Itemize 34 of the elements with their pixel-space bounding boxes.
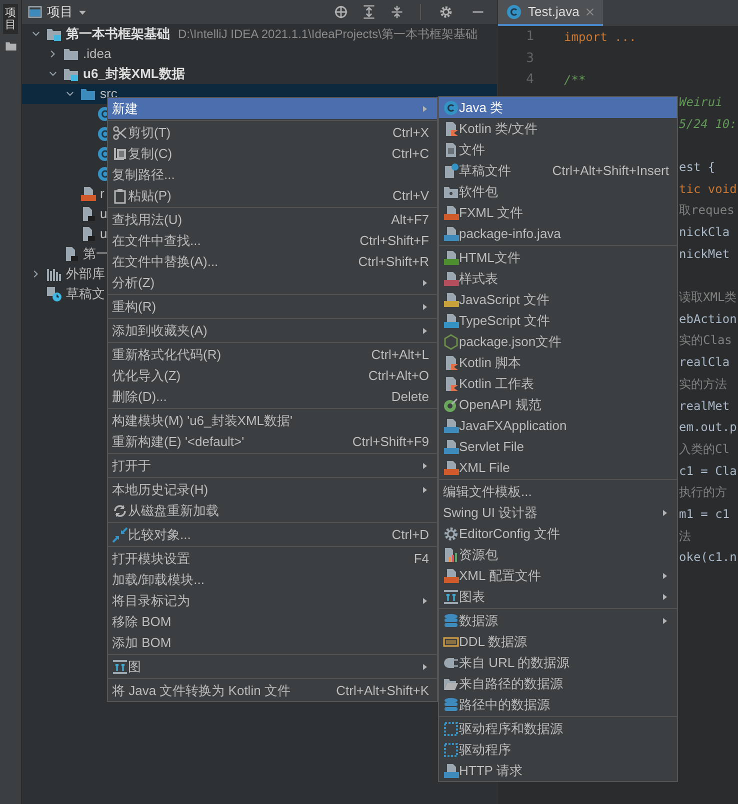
code-line: 读取XML类 bbox=[679, 289, 737, 306]
code-line: Weirui bbox=[679, 94, 722, 111]
tree-item-label: r bbox=[100, 185, 104, 204]
code-line: 5/24 10: bbox=[679, 116, 737, 133]
line-number: 1 bbox=[525, 28, 534, 46]
code-line: oke(c1.n bbox=[679, 549, 737, 566]
tree-item-label: u6_封装XML数据 bbox=[83, 65, 185, 84]
code-line: est { bbox=[679, 158, 716, 176]
tree-item-label: 草稿文 bbox=[66, 285, 105, 304]
code-line: nickMet bbox=[679, 246, 730, 263]
code-line: /** bbox=[564, 72, 586, 90]
code-line: 实的Clas bbox=[679, 332, 732, 350]
code-line: nickCla bbox=[679, 224, 730, 242]
code-line: 执行的方 bbox=[679, 484, 727, 502]
tree-item-label: u bbox=[100, 205, 108, 224]
tree-item-label: u bbox=[100, 225, 108, 244]
code-line: realMet bbox=[679, 398, 730, 415]
code-line: realCla bbox=[679, 354, 730, 372]
code-line: ebAction bbox=[679, 310, 737, 328]
tree-item-label: .idea bbox=[83, 45, 112, 64]
code-line: em.out.p bbox=[679, 419, 737, 436]
code-line: 实的方法 bbox=[679, 376, 727, 393]
code-line: import ... bbox=[564, 28, 636, 46]
line-number: 3 bbox=[525, 50, 534, 68]
code-line: 取reques bbox=[679, 202, 734, 220]
path-text: D:\IntelliJ IDEA 2021.1.1\IdeaProjects\第一本书框架基础 bbox=[178, 26, 478, 43]
code-line: 法 bbox=[679, 528, 691, 545]
tree-item-label: 第一本书框架基础 bbox=[66, 25, 170, 44]
code-line: 入类的Cl bbox=[679, 440, 730, 458]
tree-item-label: 外部库 bbox=[66, 265, 105, 284]
code-line: m1 = c1 bbox=[679, 506, 730, 523]
code-line: tic void bbox=[679, 180, 737, 198]
code-line: c1 = Cla bbox=[679, 462, 737, 480]
line-number: 4 bbox=[525, 71, 534, 90]
